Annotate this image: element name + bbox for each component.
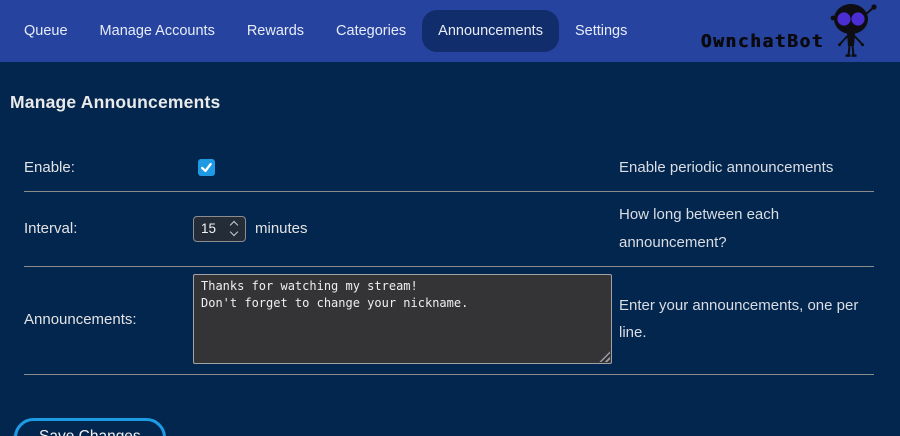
robot-mascot-icon bbox=[824, 1, 882, 59]
page-title: Manage Announcements bbox=[10, 92, 900, 113]
interval-label: Interval: bbox=[24, 220, 193, 237]
nav-item-settings[interactable]: Settings bbox=[559, 10, 643, 52]
announcements-settings-form: Enable: Enable periodic announcements In… bbox=[24, 148, 874, 375]
enable-checkbox[interactable] bbox=[198, 159, 215, 176]
form-row-announcements: Announcements: Thanks for watching my st… bbox=[24, 267, 874, 375]
nav-item-queue[interactable]: Queue bbox=[8, 10, 84, 52]
nav-item-manage-accounts[interactable]: Manage Accounts bbox=[84, 10, 231, 52]
announcements-textarea[interactable]: Thanks for watching my stream! Don't for… bbox=[193, 274, 612, 364]
announcements-label: Announcements: bbox=[24, 311, 193, 328]
interval-description: How long between each announcement? bbox=[619, 201, 874, 257]
interval-input[interactable] bbox=[193, 216, 246, 242]
brand-logo-text: OwnchatBot bbox=[701, 31, 824, 61]
enable-label: Enable: bbox=[24, 159, 193, 176]
nav-item-announcements[interactable]: Announcements bbox=[422, 10, 559, 52]
form-row-enable: Enable: Enable periodic announcements bbox=[24, 148, 874, 192]
announcements-description: Enter your announcements, one per line. bbox=[619, 292, 874, 348]
nav-item-rewards[interactable]: Rewards bbox=[231, 10, 320, 52]
checkmark-icon bbox=[199, 160, 214, 175]
enable-description: Enable periodic announcements bbox=[619, 154, 874, 182]
interval-value-field[interactable] bbox=[194, 221, 222, 236]
form-row-interval: Interval: minutes How long between each … bbox=[24, 192, 874, 268]
save-changes-button[interactable]: Save Changes bbox=[14, 418, 166, 436]
interval-spinner[interactable] bbox=[222, 217, 245, 241]
nav-item-categories[interactable]: Categories bbox=[320, 10, 422, 52]
brand-logo: OwnchatBot bbox=[701, 1, 882, 61]
interval-unit-label: minutes bbox=[255, 220, 308, 237]
top-navbar: Queue Manage Accounts Rewards Categories… bbox=[0, 0, 900, 62]
spin-down-icon[interactable] bbox=[229, 228, 237, 236]
